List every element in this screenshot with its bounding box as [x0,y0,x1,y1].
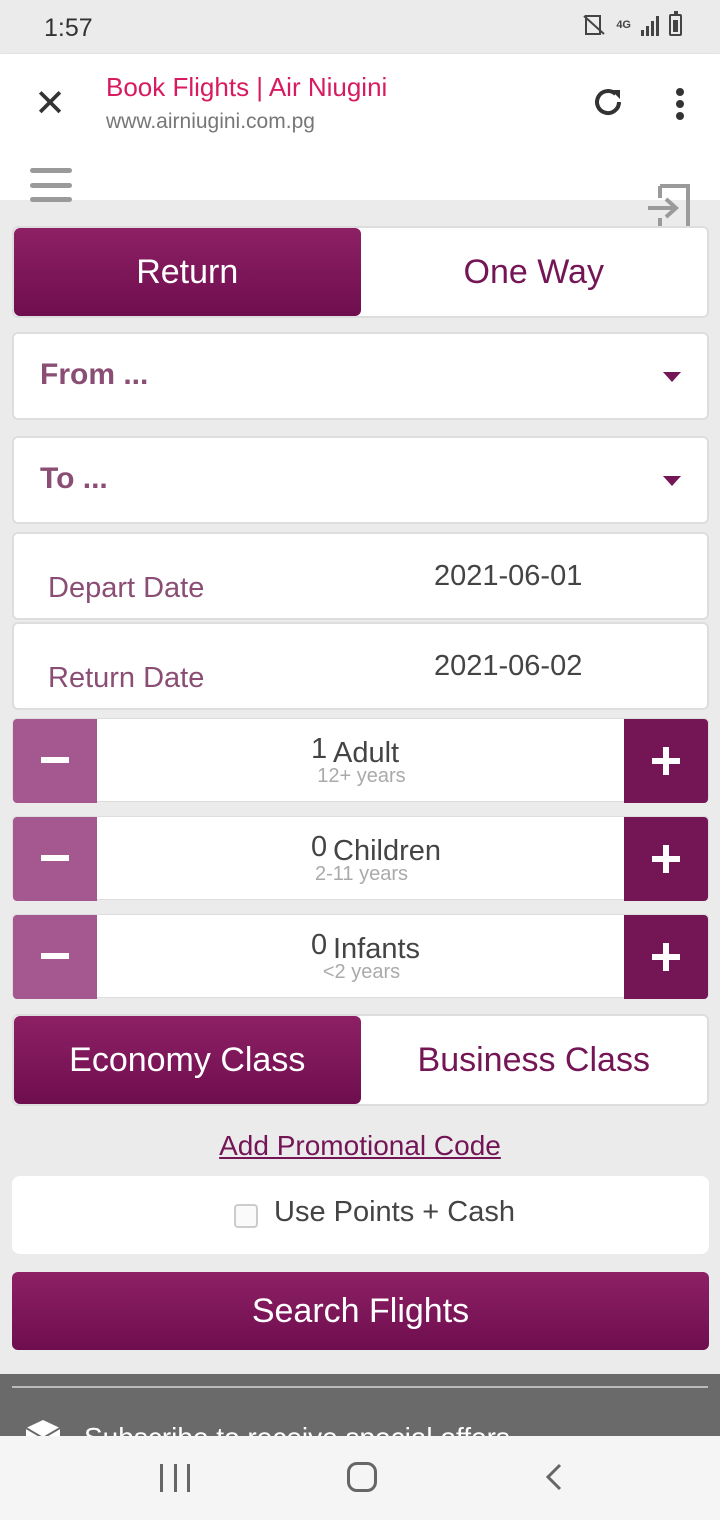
infants-minus-button[interactable] [13,915,97,999]
to-placeholder: To ... [40,462,108,495]
children-plus-button[interactable] [624,817,708,901]
points-cash-label[interactable]: Use Points + Cash [274,1196,515,1229]
depart-date-label: Depart Date [48,572,205,604]
adult-age-range: 12+ years [317,765,406,787]
infants-age-range: <2 years [322,961,401,983]
back-icon[interactable] [540,1462,570,1492]
return-date-label: Return Date [48,662,205,694]
status-time: 1:57 [44,14,93,42]
trip-type-one-way[interactable]: One Way [361,228,708,316]
adult-plus-button[interactable] [624,719,708,803]
cabin-business[interactable]: Business Class [361,1016,708,1104]
footer: Subscribe to receive special offers [0,1374,720,1436]
close-icon[interactable]: ✕ [30,84,70,124]
add-promo-code-link[interactable]: Add Promotional Code [0,1130,720,1162]
infants-stepper: 0 Infants <2 years [12,914,709,999]
recents-icon[interactable] [160,1464,190,1492]
children-age-range: 2-11 years [314,863,408,885]
points-cash-row: Use Points + Cash [12,1176,709,1254]
return-date-field[interactable]: Return Date 2021-06-02 [12,622,709,710]
envelope-icon [25,1420,61,1436]
browser-toolbar: ✕ Book Flights | Air Niugini www.airniug… [0,54,720,152]
adult-count: 1 [311,733,328,765]
home-icon[interactable] [347,1462,377,1492]
adult-minus-button[interactable] [13,719,97,803]
points-cash-checkbox[interactable] [234,1204,258,1228]
network-type: 4G [616,19,631,31]
to-select[interactable]: To ... [12,436,709,524]
cabin-class-toggle: Economy Class Business Class [12,1014,709,1106]
cabin-economy[interactable]: Economy Class [14,1016,361,1104]
infants-plus-button[interactable] [624,915,708,999]
subscribe-text[interactable]: Subscribe to receive special offers [84,1422,510,1436]
children-count: 0 [311,831,328,863]
adult-stepper: 1 Adult 12+ years [12,718,709,803]
footer-divider [12,1386,708,1388]
search-flights-button[interactable]: Search Flights [12,1272,709,1350]
reload-icon[interactable] [588,82,628,122]
site-header [0,152,720,202]
mute-vibrate-icon [583,15,605,35]
hamburger-menu-icon[interactable] [30,168,72,202]
from-placeholder: From ... [40,358,149,391]
depart-date-value: 2021-06-01 [434,560,583,592]
login-icon[interactable] [648,184,690,232]
chevron-down-icon [663,372,681,382]
children-minus-button[interactable] [13,817,97,901]
children-stepper: 0 Children 2-11 years [12,816,709,901]
infants-count: 0 [311,929,328,961]
signal-icon [641,14,659,36]
status-icons: 4G [582,11,682,36]
return-date-value: 2021-06-02 [434,650,583,682]
status-bar: 1:57 4G [0,0,720,54]
page-url: www.airniugini.com.pg [106,110,315,133]
chevron-down-icon [663,476,681,486]
from-select[interactable]: From ... [12,332,709,420]
trip-type-toggle: Return One Way [12,226,709,318]
system-nav-bar [0,1436,720,1520]
more-options-icon[interactable] [664,84,696,124]
trip-type-return[interactable]: Return [14,228,361,316]
page-title: Book Flights | Air Niugini [106,72,388,102]
depart-date-field[interactable]: Depart Date 2021-06-01 [12,532,709,620]
battery-icon [669,11,682,36]
